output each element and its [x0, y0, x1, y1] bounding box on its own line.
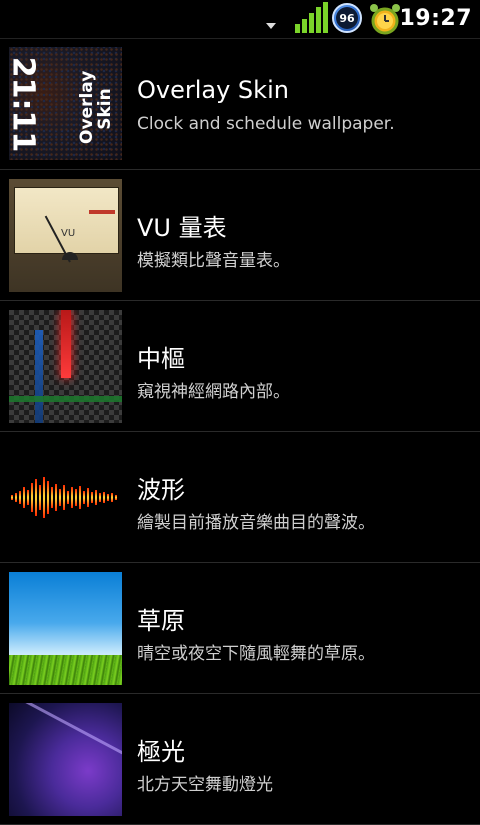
- wallpaper-subtitle: 模擬類比聲音量表。: [137, 251, 290, 271]
- download-icon: [266, 23, 276, 29]
- meter-label: VU: [61, 228, 76, 239]
- wallpaper-subtitle: 繪製目前播放音樂曲目的聲波。: [137, 513, 375, 533]
- wallpaper-subtitle: 晴空或夜空下隨風輕舞的草原。: [137, 644, 375, 664]
- wallpaper-item-waveform[interactable]: 波形 繪製目前播放音樂曲目的聲波。: [0, 432, 480, 563]
- green-pulse-line: [9, 396, 122, 402]
- waveform-graphic: [11, 477, 117, 518]
- wallpaper-title: 草原: [137, 607, 185, 635]
- thumbnail-label-line2: Skin: [95, 88, 115, 130]
- thumbnail-clock-text: 21:11: [9, 56, 41, 153]
- red-pulse-line: [61, 310, 71, 378]
- wallpaper-item-hub[interactable]: 中樞 窺視神經網路內部。: [0, 301, 480, 432]
- signal-icon: [295, 2, 328, 33]
- meter-pivot: [62, 252, 78, 260]
- wallpaper-subtitle: 窺視神經網路內部。: [137, 382, 290, 402]
- status-time: 19:27: [399, 6, 472, 31]
- waveform-thumbnail: [9, 441, 122, 554]
- battery-level: 96: [336, 7, 358, 29]
- alarm-icon: [370, 4, 400, 35]
- wallpaper-subtitle: 北方天空舞動燈光: [137, 775, 273, 795]
- thumbnail-label: Overlay Skin: [77, 70, 115, 144]
- blue-pulse-line: [35, 330, 43, 423]
- thumbnail-label-line1: Overlay: [77, 70, 97, 144]
- vu-meter-thumbnail: VU: [9, 179, 122, 292]
- wallpaper-item-vu-meter[interactable]: VU VU 量表 模擬類比聲音量表。: [0, 170, 480, 301]
- wallpaper-subtitle: Clock and schedule wallpaper.: [137, 114, 395, 134]
- wallpaper-item-aurora[interactable]: 極光 北方天空舞動燈光: [0, 694, 480, 825]
- wallpaper-item-grassland[interactable]: 草原 晴空或夜空下隨風輕舞的草原。: [0, 563, 480, 694]
- overlay-skin-thumbnail: 21:11 Overlay Skin: [9, 47, 122, 160]
- wallpaper-list: 21:11 Overlay Skin Overlay Skin Clock an…: [0, 38, 480, 825]
- wallpaper-title: 極光: [137, 738, 185, 766]
- aurora-thumbnail: [9, 703, 122, 816]
- aurora-streak: [9, 703, 122, 759]
- wallpaper-item-overlay-skin[interactable]: 21:11 Overlay Skin Overlay Skin Clock an…: [0, 38, 480, 170]
- status-bar: 96 19:27: [0, 0, 480, 39]
- hub-thumbnail: [9, 310, 122, 423]
- wallpaper-title: Overlay Skin: [137, 76, 289, 104]
- meter-face: VU: [14, 187, 119, 263]
- wallpaper-title: 波形: [137, 476, 185, 504]
- grassland-thumbnail: [9, 572, 122, 685]
- grass-blades: [9, 655, 122, 685]
- meter-red-zone: [89, 210, 115, 214]
- battery-icon: 96: [332, 3, 362, 33]
- wallpaper-title: VU 量表: [137, 214, 227, 242]
- wallpaper-title: 中樞: [137, 345, 185, 373]
